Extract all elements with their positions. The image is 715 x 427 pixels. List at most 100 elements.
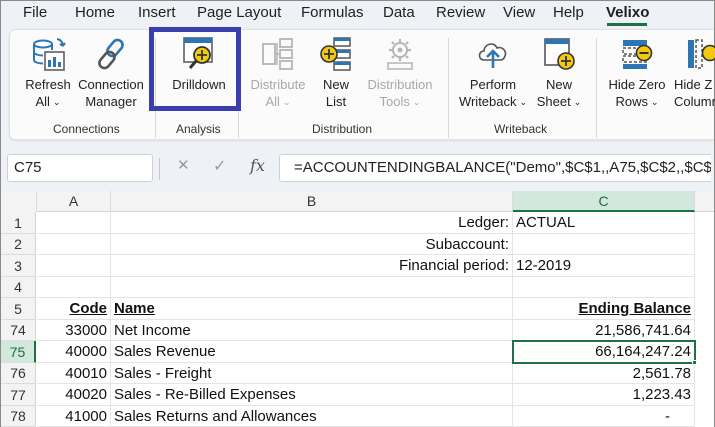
- cell-c[interactable]: 2,561.78: [513, 363, 695, 384]
- row-header[interactable]: 74: [1, 320, 36, 341]
- insert-function-icon[interactable]: fx: [250, 156, 265, 175]
- refresh-all-button[interactable]: Refresh All ⌄: [16, 36, 80, 112]
- cell-c[interactable]: 1,223.43: [513, 384, 695, 406]
- formula-bar-divider: [159, 158, 160, 180]
- row-header[interactable]: 3: [1, 255, 36, 277]
- menu-help[interactable]: Help: [553, 3, 584, 23]
- cell-a[interactable]: 33000: [37, 320, 111, 341]
- column-header-a[interactable]: A: [37, 191, 111, 212]
- chevron-down-icon: ⌄: [282, 97, 291, 107]
- row-header[interactable]: 5: [1, 298, 36, 320]
- cell-c-header[interactable]: Ending Balance: [513, 298, 695, 320]
- refresh-database-icon: [30, 36, 66, 72]
- cell-c[interactable]: -: [513, 406, 695, 427]
- new-list-icon: [318, 36, 354, 72]
- distribute-all-button[interactable]: Distribute All ⌄: [244, 36, 312, 112]
- cell-a[interactable]: [37, 277, 111, 298]
- distribution-tools-button[interactable]: Distribution Tools ⌄: [360, 36, 440, 112]
- cell-b[interactable]: Sales - Re-Billed Expenses: [111, 384, 513, 406]
- menu-data[interactable]: Data: [383, 3, 415, 23]
- confirm-icon[interactable]: ✓: [213, 156, 226, 176]
- group-divider: [448, 38, 449, 138]
- cell-b[interactable]: Sales Returns and Allowances: [111, 406, 513, 427]
- cell-b[interactable]: Sales - Freight: [111, 363, 513, 384]
- formula-bar: C75 ✕ ✓ fx =ACCOUNTENDINGBALANCE("Demo",…: [1, 150, 714, 186]
- cell-a[interactable]: 40010: [37, 363, 111, 384]
- chevron-down-icon: ⌄: [52, 97, 61, 107]
- menu-view[interactable]: View: [503, 3, 535, 23]
- column-header-c[interactable]: C: [513, 191, 695, 212]
- group-label-writeback: Writeback: [494, 122, 548, 136]
- menu-velixo[interactable]: Velixo: [606, 3, 649, 23]
- chevron-down-icon: ⌄: [650, 97, 659, 107]
- row-header[interactable]: 1: [1, 212, 36, 234]
- cell-b[interactable]: [111, 277, 513, 298]
- cell-b[interactable]: Net Income: [111, 320, 513, 341]
- cell-c[interactable]: 12-2019: [513, 255, 695, 277]
- perform-writeback-label-line1: Perform: [469, 77, 517, 92]
- cell-c[interactable]: ACTUAL: [513, 212, 695, 234]
- cell-a[interactable]: 40020: [37, 384, 111, 406]
- column-header-row: A B C: [1, 191, 714, 212]
- hide-zero-rows-label-line2: Rows: [615, 94, 648, 109]
- connection-manager-label-line2: Manager: [85, 94, 137, 109]
- active-tab-indicator: [607, 23, 647, 26]
- cell-b[interactable]: Ledger:: [111, 212, 513, 234]
- cell-a[interactable]: 41000: [37, 406, 111, 427]
- distribute-all-label-line1: Distribute: [250, 77, 306, 92]
- chevron-down-icon: ⌄: [573, 97, 582, 107]
- cloud-upload-icon: [475, 36, 511, 72]
- menu-home[interactable]: Home: [75, 3, 115, 23]
- fill-handle[interactable]: [692, 360, 697, 365]
- spreadsheet-grid: A B C 1 Ledger: ACTUAL 2 Subaccount: 3 F…: [1, 191, 714, 427]
- cancel-icon[interactable]: ✕: [177, 156, 190, 174]
- new-sheet-button[interactable]: New Sheet ⌄: [528, 36, 590, 112]
- menu-formulas[interactable]: Formulas: [301, 3, 364, 23]
- distribution-tools-label-line1: Distribution: [367, 77, 433, 92]
- cell-b-header[interactable]: Name: [111, 298, 513, 320]
- menu-insert[interactable]: Insert: [138, 3, 176, 23]
- name-box[interactable]: C75: [7, 154, 153, 182]
- cell-c[interactable]: [513, 277, 695, 298]
- cell-c[interactable]: [513, 234, 695, 255]
- distribute-all-label-line2: All: [265, 94, 280, 109]
- drilldown-highlight-box: [149, 27, 241, 111]
- ribbon: Refresh All ⌄ Connection Manager Drilldow…: [9, 29, 715, 140]
- menu-file[interactable]: File: [23, 3, 47, 23]
- cell-c-active[interactable]: 66,164,247.24: [513, 341, 695, 363]
- distribute-icon: [260, 36, 296, 72]
- hide-zero-rows-button[interactable]: Hide Zero Rows ⌄: [602, 36, 672, 112]
- row-header[interactable]: 76: [1, 363, 36, 384]
- row-header[interactable]: 2: [1, 234, 36, 255]
- select-all-corner[interactable]: [1, 191, 37, 212]
- cell-b[interactable]: Financial period:: [111, 255, 513, 277]
- menu-review[interactable]: Review: [436, 3, 485, 23]
- hide-zero-columns-button[interactable]: Hide Z Column: [674, 36, 715, 110]
- perform-writeback-button[interactable]: Perform Writeback ⌄: [456, 36, 530, 112]
- group-divider: [596, 38, 597, 138]
- formula-input[interactable]: =ACCOUNTENDINGBALANCE("Demo",$C$1,,A75,$…: [279, 154, 711, 182]
- refresh-all-label-line1: Refresh: [25, 77, 71, 92]
- cell-a[interactable]: [37, 255, 111, 277]
- connection-manager-button[interactable]: Connection Manager: [76, 36, 146, 110]
- cell-a[interactable]: [37, 234, 111, 255]
- hide-zero-rows-icon: [619, 36, 655, 72]
- cell-b[interactable]: Subaccount:: [111, 234, 513, 255]
- cell-c[interactable]: 21,586,741.64: [513, 320, 695, 341]
- column-header-b[interactable]: B: [111, 191, 513, 212]
- menu-bar: File Home Insert Page Layout Formulas Da…: [1, 1, 714, 27]
- chevron-down-icon: ⌄: [412, 97, 421, 107]
- cell-a[interactable]: 40000: [37, 341, 111, 363]
- cell-a-header[interactable]: Code: [37, 298, 111, 320]
- cell-b[interactable]: Sales Revenue: [111, 341, 513, 363]
- row-header[interactable]: 4: [1, 277, 36, 298]
- row-header[interactable]: 78: [1, 406, 36, 427]
- new-sheet-label-line2: Sheet: [536, 94, 571, 109]
- cell-a[interactable]: [37, 212, 111, 234]
- new-list-button[interactable]: New List: [310, 36, 362, 110]
- row-header-selected[interactable]: 75: [1, 341, 36, 363]
- menu-page-layout[interactable]: Page Layout: [197, 3, 281, 23]
- row-header[interactable]: 77: [1, 384, 36, 406]
- chain-link-icon: [93, 36, 129, 72]
- connection-manager-label-line1: Connection: [78, 77, 144, 92]
